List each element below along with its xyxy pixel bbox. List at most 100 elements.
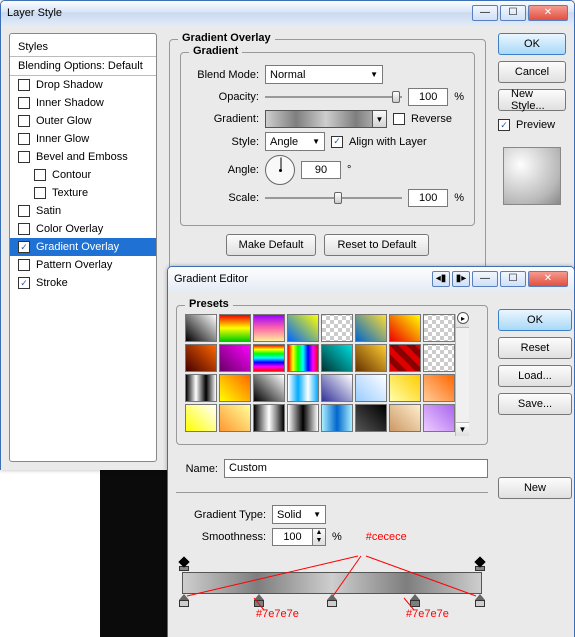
style-checkbox[interactable] [18,205,30,217]
style-checkbox[interactable] [18,241,30,253]
style-item-gradient-overlay[interactable]: Gradient Overlay [10,238,156,256]
maximize-button[interactable]: ☐ [500,271,526,287]
preset-menu-icon[interactable]: ▸ [457,312,469,324]
scale-slider[interactable] [265,190,402,206]
ok-button[interactable]: OK [498,33,566,55]
preset-swatch[interactable] [355,344,387,372]
color-stop-1[interactable] [254,594,264,606]
smoothness-value[interactable]: 100 [272,528,312,546]
preset-swatch[interactable] [389,344,421,372]
preset-swatch[interactable] [321,374,353,402]
scroll-down-icon[interactable]: ▼ [456,422,469,436]
preset-swatch[interactable] [219,314,251,342]
preset-swatch[interactable] [423,344,455,372]
preset-swatch[interactable] [423,314,455,342]
gradient-swatch[interactable]: ▼ [265,110,387,128]
style-checkbox[interactable] [18,223,30,235]
ok-button[interactable]: OK [498,309,572,331]
preset-swatch[interactable] [253,404,285,432]
gradient-bar[interactable] [182,572,482,594]
preset-swatch[interactable] [423,374,455,402]
color-stop-3[interactable] [410,594,420,606]
align-checkbox[interactable] [331,136,343,148]
angle-wheel[interactable] [265,155,295,185]
style-checkbox[interactable] [18,115,30,127]
preset-swatch[interactable] [253,314,285,342]
new-style-button[interactable]: New Style... [498,89,566,111]
nav-back-button[interactable]: ◂▮ [432,271,450,287]
style-item-inner-glow[interactable]: Inner Glow [10,130,156,148]
blend-mode-select[interactable]: Normal ▼ [265,65,383,84]
preset-swatch[interactable] [355,314,387,342]
name-input[interactable]: Custom [224,459,488,478]
minimize-button[interactable]: — [472,271,498,287]
reset-button[interactable]: Reset [498,337,572,359]
opacity-stop-left[interactable] [179,558,189,570]
opacity-stop-right[interactable] [475,558,485,570]
style-checkbox[interactable] [18,259,30,271]
preset-swatch[interactable] [287,374,319,402]
minimize-button[interactable]: — [472,5,498,21]
style-item-texture[interactable]: Texture [10,184,156,202]
preset-swatch[interactable] [185,314,217,342]
opacity-slider[interactable] [265,89,402,105]
style-item-color-overlay[interactable]: Color Overlay [10,220,156,238]
preset-swatch[interactable] [287,314,319,342]
preset-scrollbar[interactable]: ▲ ▼ [455,314,469,436]
close-button[interactable]: ✕ [528,5,568,21]
nav-fwd-button[interactable]: ▮▸ [452,271,470,287]
preset-swatch[interactable] [287,404,319,432]
preset-swatch[interactable] [389,314,421,342]
maximize-button[interactable]: ☐ [500,5,526,21]
style-item-bevel-and-emboss[interactable]: Bevel and Emboss [10,148,156,166]
preset-swatch[interactable] [219,374,251,402]
gradient-type-select[interactable]: Solid ▼ [272,505,326,524]
cancel-button[interactable]: Cancel [498,61,566,83]
preset-swatch[interactable] [423,404,455,432]
color-stop-2[interactable] [327,594,337,606]
style-item-drop-shadow[interactable]: Drop Shadow [10,76,156,94]
color-stop-4[interactable] [475,594,485,606]
opacity-value[interactable]: 100 [408,88,448,106]
style-checkbox[interactable] [18,277,30,289]
style-item-inner-shadow[interactable]: Inner Shadow [10,94,156,112]
style-item-outer-glow[interactable]: Outer Glow [10,112,156,130]
style-checkbox[interactable] [18,133,30,145]
preset-swatch[interactable] [355,404,387,432]
preview-checkbox[interactable] [498,119,510,131]
chevron-down-icon[interactable]: ▼ [372,111,386,127]
reset-default-button[interactable]: Reset to Default [324,234,429,256]
color-stop-0[interactable] [179,594,189,606]
make-default-button[interactable]: Make Default [226,234,317,256]
reverse-checkbox[interactable] [393,113,405,125]
preset-swatch[interactable] [219,344,251,372]
style-checkbox[interactable] [18,79,30,91]
close-button[interactable]: ✕ [528,271,568,287]
new-button[interactable]: New [498,477,572,499]
style-item-contour[interactable]: Contour [10,166,156,184]
preset-swatch[interactable] [321,314,353,342]
blending-options[interactable]: Blending Options: Default [10,57,156,76]
preset-swatch[interactable] [185,344,217,372]
save-button[interactable]: Save... [498,393,572,415]
load-button[interactable]: Load... [498,365,572,387]
preset-swatch[interactable] [321,344,353,372]
gradient-editor-titlebar[interactable]: Gradient Editor ◂▮ ▮▸ — ☐ ✕ [168,267,574,291]
style-item-satin[interactable]: Satin [10,202,156,220]
preset-swatch[interactable] [253,344,285,372]
preset-swatch[interactable] [253,374,285,402]
preset-swatch[interactable] [185,374,217,402]
style-item-stroke[interactable]: Stroke [10,274,156,292]
preset-swatch[interactable] [389,404,421,432]
preset-swatch[interactable] [287,344,319,372]
angle-value[interactable]: 90 [301,161,341,179]
preset-swatch[interactable] [219,404,251,432]
layer-style-titlebar[interactable]: Layer Style — ☐ ✕ [1,1,574,25]
styles-header[interactable]: Styles [10,38,156,57]
preset-swatch[interactable] [321,404,353,432]
style-checkbox[interactable] [34,169,46,181]
style-checkbox[interactable] [18,97,30,109]
preset-swatch[interactable] [185,404,217,432]
smoothness-input[interactable]: 100 ▲▼ [272,528,326,546]
preset-swatch[interactable] [389,374,421,402]
